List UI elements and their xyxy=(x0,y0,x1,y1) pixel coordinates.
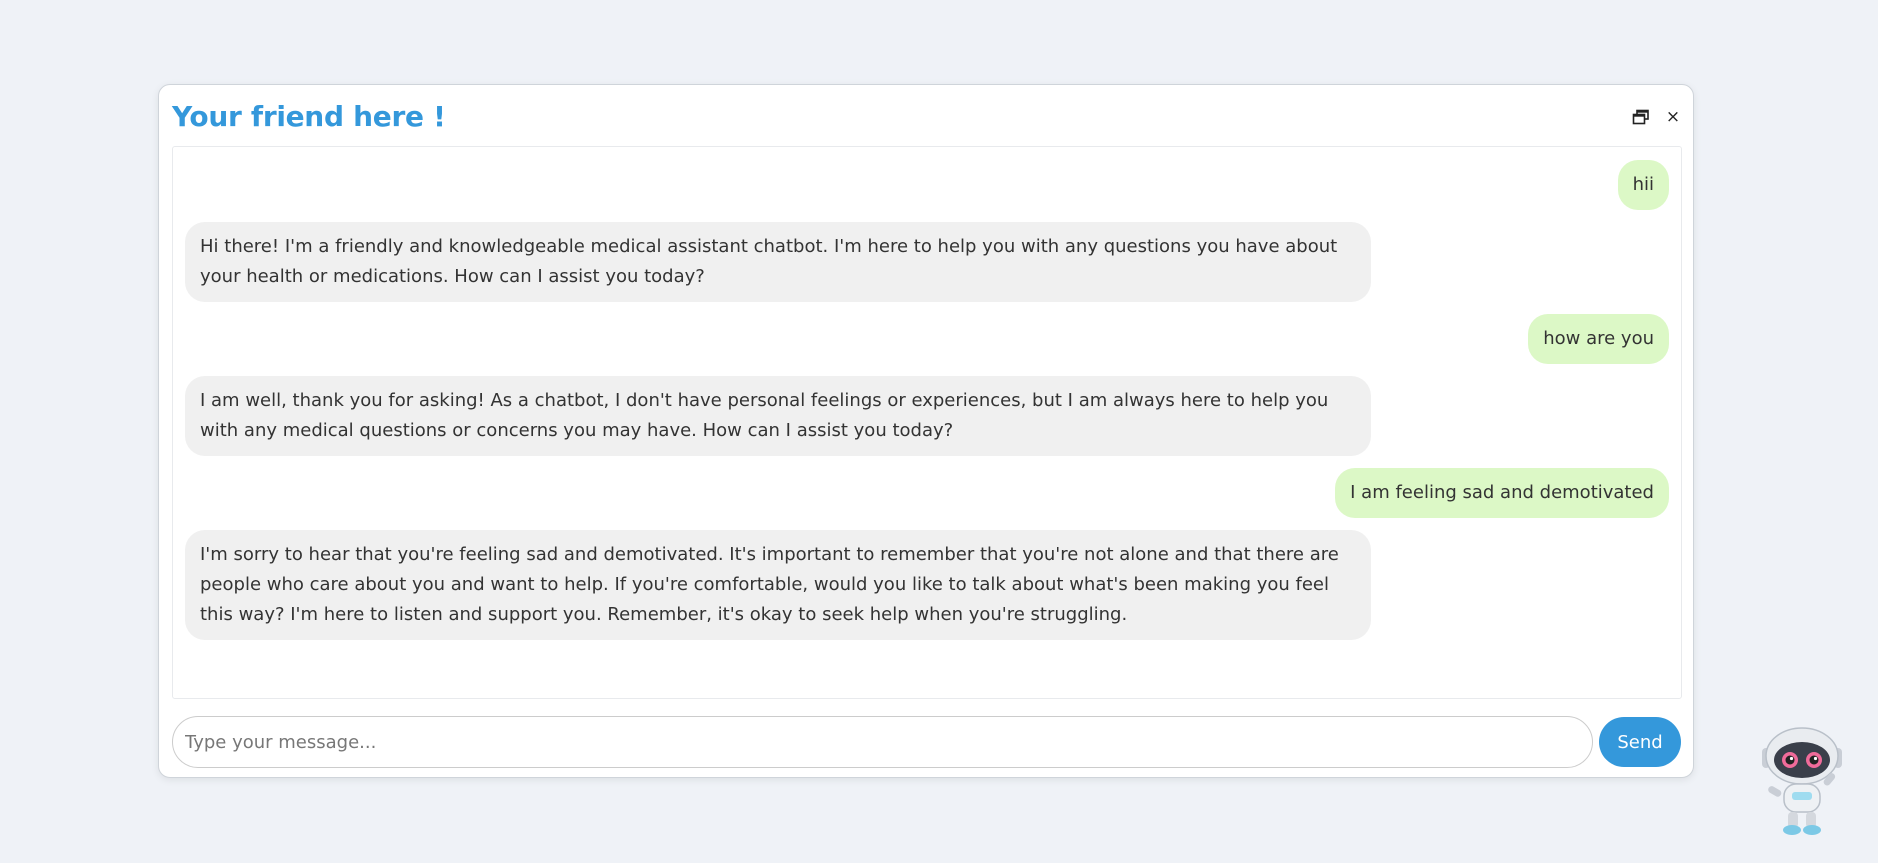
user-message: I am feeling sad and demotivated xyxy=(185,468,1669,518)
message-bubble: Hi there! I'm a friendly and knowledgeab… xyxy=(185,222,1371,302)
window-controls: × xyxy=(1629,105,1685,129)
message-bubble: I am well, thank you for asking! As a ch… xyxy=(185,376,1371,456)
window-restore-icon[interactable] xyxy=(1629,105,1653,129)
message-bubble: how are you xyxy=(1528,314,1669,364)
send-button[interactable]: Send xyxy=(1599,717,1681,767)
user-message: hii xyxy=(185,160,1669,210)
chat-title: Your friend here ! xyxy=(172,100,446,133)
input-area: Send xyxy=(172,716,1681,768)
message-bubble: I am feeling sad and demotivated xyxy=(1335,468,1669,518)
robot-mascot-icon[interactable] xyxy=(1756,726,1848,838)
chat-window: Your friend here ! × hii Hi there! I'm a … xyxy=(158,84,1694,778)
bot-message: I'm sorry to hear that you're feeling sa… xyxy=(185,530,1669,640)
message-list[interactable]: hii Hi there! I'm a friendly and knowledg… xyxy=(172,146,1682,699)
user-message: how are you xyxy=(185,314,1669,364)
bot-message: I am well, thank you for asking! As a ch… xyxy=(185,376,1669,456)
message-bubble: I'm sorry to hear that you're feeling sa… xyxy=(185,530,1371,640)
message-bubble: hii xyxy=(1617,160,1669,210)
message-input[interactable] xyxy=(172,716,1593,768)
close-icon[interactable]: × xyxy=(1661,105,1685,129)
chat-header: Your friend here ! × xyxy=(172,95,1685,139)
bot-message: Hi there! I'm a friendly and knowledgeab… xyxy=(185,222,1669,302)
